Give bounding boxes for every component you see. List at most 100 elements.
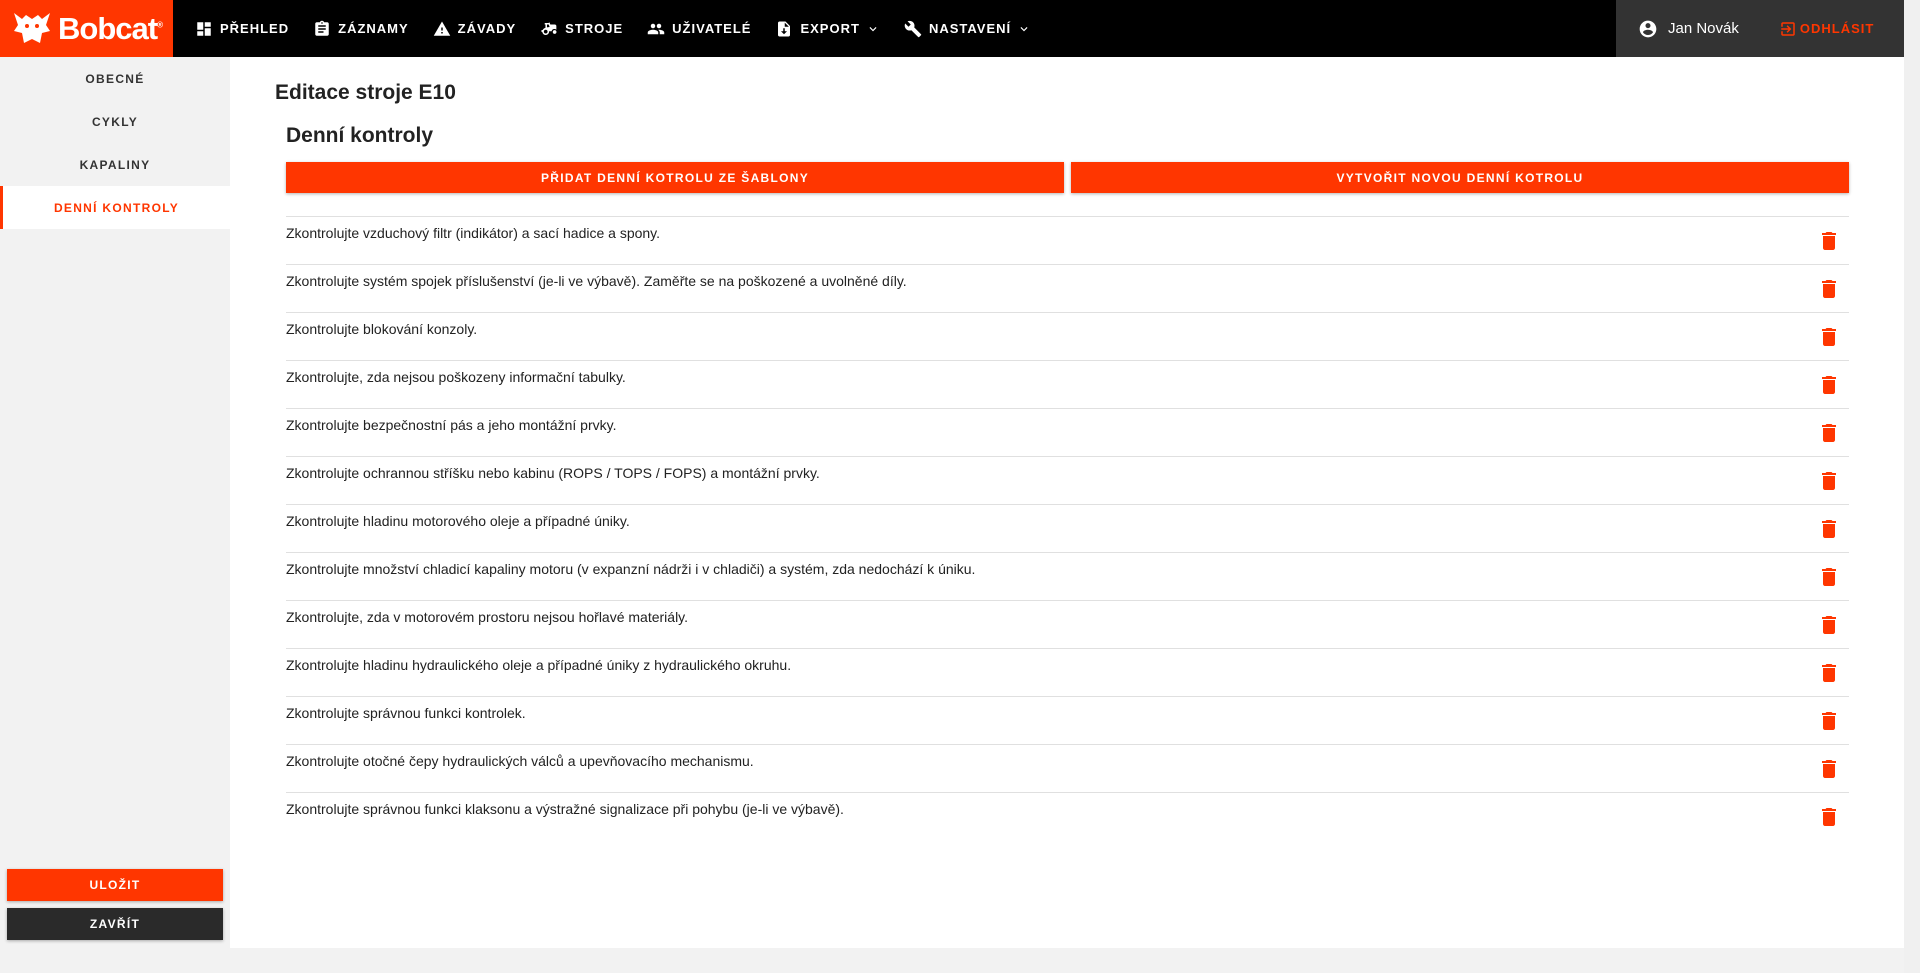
nav-uzivatele[interactable]: UŽIVATELÉ xyxy=(635,0,763,57)
trash-icon xyxy=(1822,712,1836,730)
delete-button[interactable] xyxy=(1817,757,1841,781)
logout-button[interactable]: ODHLÁSIT xyxy=(1779,20,1874,38)
check-text: Zkontrolujte vzduchový filtr (indikátor)… xyxy=(286,225,661,241)
sidebar-item-label: CYKLY xyxy=(91,114,139,129)
delete-button[interactable] xyxy=(1817,373,1841,397)
list-item: Zkontrolujte systém spojek příslušenství… xyxy=(286,264,1849,312)
delete-button[interactable] xyxy=(1817,565,1841,589)
top-navbar: Bobcat® PŘEHLED ZÁZNAMY ZÁVADY STROJE UŽ… xyxy=(0,0,1904,57)
trash-icon xyxy=(1822,616,1836,634)
create-new-check-label: VYTVOŘIT NOVOU DENNÍ KOTROLU xyxy=(1336,170,1584,185)
user-info[interactable]: Jan Novák xyxy=(1638,19,1739,39)
add-from-template-label: PŘIDAT DENNÍ KOTROLU ZE ŠABLONY xyxy=(540,170,810,185)
delete-button[interactable] xyxy=(1817,229,1841,253)
nav-zavady[interactable]: ZÁVADY xyxy=(421,0,528,57)
list-item: Zkontrolujte správnou funkci kontrolek. xyxy=(286,696,1849,744)
daily-checks-list: Zkontrolujte vzduchový filtr (indikátor)… xyxy=(286,216,1849,840)
list-item: Zkontrolujte množství chladicí kapaliny … xyxy=(286,552,1849,600)
bobcat-logo-icon xyxy=(14,12,50,43)
list-item: Zkontrolujte vzduchový filtr (indikátor)… xyxy=(286,216,1849,264)
chevron-down-icon xyxy=(869,26,877,31)
sidebar-item-kapaliny[interactable]: KAPALINY xyxy=(0,143,230,186)
list-item: Zkontrolujte, zda nejsou poškozeny infor… xyxy=(286,360,1849,408)
list-item: Zkontrolujte blokování konzoly. xyxy=(286,312,1849,360)
check-text: Zkontrolujte systém spojek příslušenství… xyxy=(286,273,907,289)
account-circle-icon xyxy=(1639,20,1657,37)
list-item: Zkontrolujte, zda v motorovém prostoru n… xyxy=(286,600,1849,648)
nav-zaznamy[interactable]: ZÁZNAMY xyxy=(301,0,421,57)
check-text: Zkontrolujte hladinu motorového oleje a … xyxy=(286,513,630,529)
check-text: Zkontrolujte, zda nejsou poškozeny infor… xyxy=(286,369,626,385)
create-new-check-button[interactable]: VYTVOŘIT NOVOU DENNÍ KOTROLU xyxy=(1071,162,1849,193)
clipboard-icon xyxy=(315,20,329,36)
sidebar-item-denni-kontroly[interactable]: DENNÍ KONTROLY xyxy=(0,186,230,229)
nav-label: ZÁZNAMY xyxy=(338,21,409,36)
dashboard-icon xyxy=(197,21,211,36)
save-button-label: ULOŽIT xyxy=(89,878,141,892)
trash-icon xyxy=(1822,568,1836,586)
trash-icon xyxy=(1822,520,1836,538)
list-item: Zkontrolujte otočné čepy hydraulických v… xyxy=(286,744,1849,792)
wrench-icon xyxy=(904,20,922,37)
sidebar-item-label: DENNÍ KONTROLY xyxy=(53,200,180,215)
nav-label: UŽIVATELÉ xyxy=(672,21,752,36)
nav-label: EXPORT xyxy=(800,21,860,36)
delete-button[interactable] xyxy=(1817,469,1841,493)
sidebar: OBECNÉ CYKLY KAPALINY DENNÍ KONTROLY ULO… xyxy=(0,57,230,948)
page-title: Editace stroje E10 xyxy=(275,81,456,104)
delete-button[interactable] xyxy=(1817,325,1841,349)
check-text: Zkontrolujte množství chladicí kapaliny … xyxy=(286,561,976,577)
nav-nastaveni[interactable]: NASTAVENÍ xyxy=(892,0,1043,57)
trash-icon xyxy=(1822,424,1836,442)
section-title: Denní kontroly xyxy=(286,124,434,147)
sidebar-item-label: KAPALINY xyxy=(79,157,151,172)
list-item: Zkontrolujte ochrannou stříšku nebo kabi… xyxy=(286,456,1849,504)
check-text: Zkontrolujte, zda v motorovém prostoru n… xyxy=(286,609,689,625)
trash-icon xyxy=(1822,472,1836,490)
trash-icon xyxy=(1822,808,1836,826)
sidebar-item-cykly[interactable]: CYKLY xyxy=(0,100,230,143)
check-text: Zkontrolujte správnou funkci klaksonu a … xyxy=(286,801,844,817)
nav-label: PŘEHLED xyxy=(220,21,290,36)
nav-label: STROJE xyxy=(565,21,624,36)
trash-icon xyxy=(1822,664,1836,682)
list-item: Zkontrolujte správnou funkci klaksonu a … xyxy=(286,792,1849,840)
add-from-template-button[interactable]: PŘIDAT DENNÍ KOTROLU ZE ŠABLONY xyxy=(286,162,1064,193)
scrollbar-track[interactable] xyxy=(1904,0,1920,973)
check-text: Zkontrolujte ochrannou stříšku nebo kabi… xyxy=(286,465,820,481)
delete-button[interactable] xyxy=(1817,421,1841,445)
delete-button[interactable] xyxy=(1817,709,1841,733)
logout-label: ODHLÁSIT xyxy=(1799,21,1875,36)
delete-button[interactable] xyxy=(1817,517,1841,541)
list-item: Zkontrolujte hladinu hydraulického oleje… xyxy=(286,648,1849,696)
delete-button[interactable] xyxy=(1817,805,1841,829)
save-button[interactable]: ULOŽIT xyxy=(7,869,223,901)
nav-prehled[interactable]: PŘEHLED xyxy=(183,0,301,57)
main-nav: PŘEHLED ZÁZNAMY ZÁVADY STROJE UŽIVATELÉ … xyxy=(173,0,1043,57)
check-text: Zkontrolujte otočné čepy hydraulických v… xyxy=(286,753,754,769)
check-text: Zkontrolujte bezpečnostní pás a jeho mon… xyxy=(286,417,617,433)
check-text: Zkontrolujte hladinu hydraulického oleje… xyxy=(286,657,792,673)
delete-button[interactable] xyxy=(1817,277,1841,301)
check-text: Zkontrolujte správnou funkci kontrolek. xyxy=(286,705,526,721)
trash-icon xyxy=(1822,232,1836,250)
logout-icon xyxy=(1781,21,1795,36)
trash-icon xyxy=(1822,376,1836,394)
nav-label: ZÁVADY xyxy=(457,21,517,36)
close-button[interactable]: ZAVŘÍT xyxy=(7,908,223,940)
delete-button[interactable] xyxy=(1817,613,1841,637)
bobcat-logo[interactable]: Bobcat® xyxy=(0,0,173,57)
user-name: Jan Novák xyxy=(1668,20,1739,37)
check-text: Zkontrolujte blokování konzoly. xyxy=(286,321,478,337)
nav-label: NASTAVENÍ xyxy=(928,21,1012,36)
delete-button[interactable] xyxy=(1817,661,1841,685)
sidebar-item-obecne[interactable]: OBECNÉ xyxy=(0,57,230,100)
trash-icon xyxy=(1822,760,1836,778)
main-content: Editace stroje E10 Denní kontroly PŘIDAT… xyxy=(230,57,1904,948)
nav-export[interactable]: EXPORT xyxy=(763,0,891,57)
logo-wordmark: Bobcat® xyxy=(58,11,163,46)
nav-stroje[interactable]: STROJE xyxy=(528,0,635,57)
sidebar-item-label: OBECNÉ xyxy=(85,71,145,86)
chevron-down-icon xyxy=(1020,26,1028,31)
list-item: Zkontrolujte bezpečnostní pás a jeho mon… xyxy=(286,408,1849,456)
